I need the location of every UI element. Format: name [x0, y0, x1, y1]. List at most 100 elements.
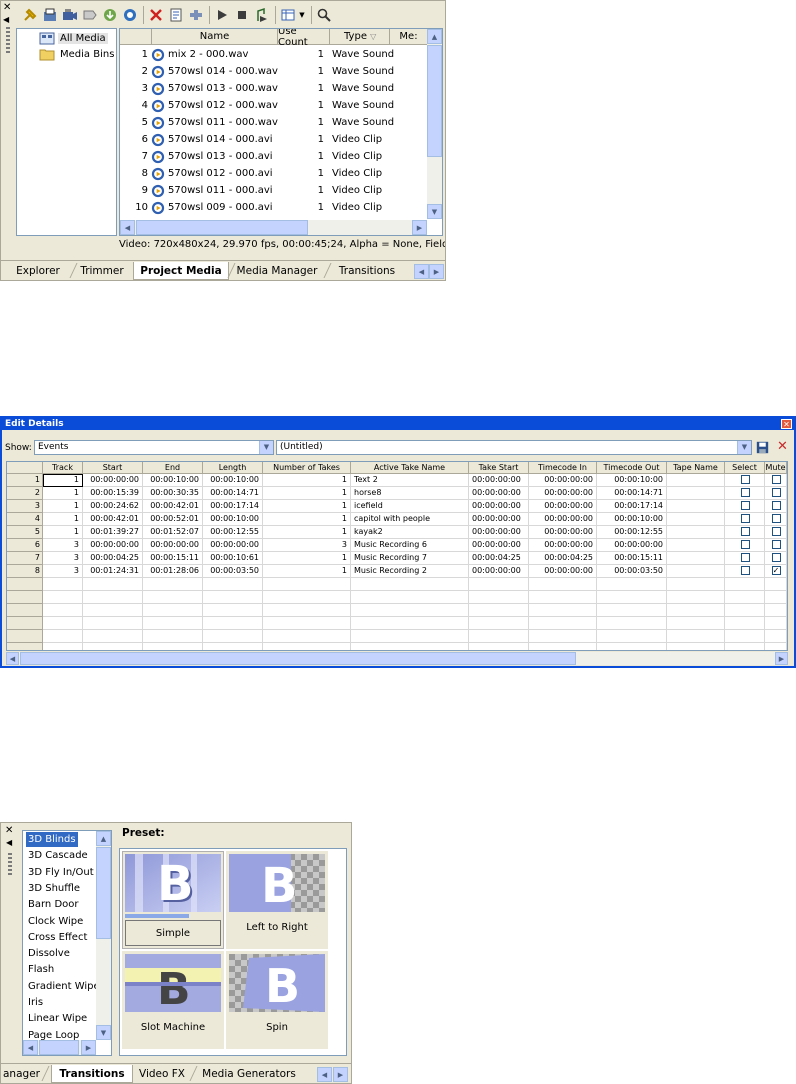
column-header[interactable]: Track [43, 462, 83, 474]
grid-cell-takes[interactable] [263, 617, 351, 630]
grid-cell-tc-out[interactable]: 00:00:12:55 [597, 526, 667, 539]
grid-cell-start[interactable] [83, 578, 143, 591]
grid-cell-tape[interactable] [667, 643, 725, 650]
grid-cell-name[interactable]: Music Recording 6 [351, 539, 469, 552]
mute-checkbox[interactable] [771, 488, 781, 497]
column-name-header[interactable]: Name [152, 29, 278, 45]
grid-cell-take-start[interactable]: 00:00:00:00 [469, 565, 529, 578]
grid-cell-takes[interactable] [263, 643, 351, 650]
column-header[interactable]: Tape Name [667, 462, 725, 474]
table-row[interactable]: 5 570wsl 011 - 000.wav 1 Wave Sound [120, 115, 428, 132]
grid-cell-end[interactable] [143, 617, 203, 630]
transition-list-item[interactable]: 3D Blinds [26, 832, 78, 847]
tab-scroll-right-button[interactable]: ▶ [429, 264, 444, 279]
scroll-thumb[interactable] [427, 45, 442, 157]
grid-cell-mute[interactable] [765, 539, 787, 552]
grid-cell-take-start[interactable]: 00:00:00:00 [469, 500, 529, 513]
grid-cell-tc-in[interactable] [529, 591, 597, 604]
transition-list-item[interactable]: Linear Wipe [26, 1011, 89, 1026]
grid-cell-start[interactable]: 00:01:39:27 [83, 526, 143, 539]
grid-cell-take-start[interactable]: 00:00:00:00 [469, 513, 529, 526]
scroll-thumb[interactable] [39, 1040, 79, 1055]
grid-cell-length[interactable] [203, 578, 263, 591]
grid-cell-start[interactable] [83, 591, 143, 604]
grid-cell-mute[interactable] [765, 487, 787, 500]
row-number[interactable]: 8 [7, 565, 43, 578]
grid-cell-track[interactable]: 1 [43, 526, 83, 539]
grid-cell-length[interactable]: 00:00:10:00 [203, 513, 263, 526]
grid-cell-end[interactable]: 00:00:15:11 [143, 552, 203, 565]
remove-icon[interactable] [147, 6, 165, 24]
grid-cell-select[interactable] [725, 513, 765, 526]
preset-left-to-right[interactable]: B Left to Right [226, 851, 328, 949]
play-icon[interactable] [213, 6, 231, 24]
row-number[interactable] [7, 604, 43, 617]
import-media-icon[interactable] [41, 6, 59, 24]
table-row[interactable]: 6 570wsl 014 - 000.avi 1 Video Clip [120, 132, 428, 149]
column-header[interactable]: Length [203, 462, 263, 474]
grid-cell-tc-in[interactable]: 00:00:00:00 [529, 526, 597, 539]
grid-cell-start[interactable]: 00:00:00:00 [83, 539, 143, 552]
row-number[interactable] [7, 578, 43, 591]
transition-list-item[interactable]: Clock Wipe [26, 914, 85, 929]
tab-project-media[interactable]: Project Media [133, 262, 229, 280]
grid-cell-length[interactable]: 00:00:10:00 [203, 474, 263, 487]
row-number[interactable]: 3 [7, 500, 43, 513]
grid-cell-tc-out[interactable] [597, 604, 667, 617]
grid-cell-tc-in[interactable]: 00:00:00:00 [529, 474, 597, 487]
column-use-count-header[interactable]: Use Count [278, 29, 330, 48]
grid-cell-end[interactable] [143, 630, 203, 643]
grid-cell-tc-out[interactable]: 00:00:17:14 [597, 500, 667, 513]
grid-cell-take-start[interactable]: 00:00:00:00 [469, 526, 529, 539]
grid-cell-start[interactable]: 00:01:24:31 [83, 565, 143, 578]
grid-cell-mute[interactable] [765, 630, 787, 643]
grid-cell-select[interactable] [725, 565, 765, 578]
grid-cell-mute[interactable] [765, 474, 787, 487]
grid-cell-track[interactable] [43, 617, 83, 630]
media-fx-icon[interactable] [121, 6, 139, 24]
scroll-thumb[interactable] [20, 652, 576, 665]
grid-cell-end[interactable]: 00:01:52:07 [143, 526, 203, 539]
preset-simple[interactable]: BB Simple [122, 851, 224, 949]
preset-spin[interactable]: B Spin [226, 951, 328, 1049]
grid-cell-select[interactable] [725, 591, 765, 604]
grid-cell-takes[interactable]: 3 [263, 539, 351, 552]
grid-cell-select[interactable] [725, 630, 765, 643]
grid-cell-length[interactable] [203, 591, 263, 604]
grid-cell-mute[interactable] [765, 604, 787, 617]
delete-icon[interactable]: ✕ [777, 439, 788, 454]
grid-cell-end[interactable]: 00:01:28:06 [143, 565, 203, 578]
grid-cell-tc-out[interactable]: 00:00:00:00 [597, 539, 667, 552]
grid-cell-take-start[interactable]: 00:00:00:00 [469, 487, 529, 500]
grid-cell-tc-in[interactable]: 00:00:00:00 [529, 513, 597, 526]
transition-list-item[interactable]: Flash [26, 962, 56, 977]
mute-checkbox[interactable] [771, 527, 781, 536]
grid-cell-length[interactable]: 00:00:14:71 [203, 487, 263, 500]
pin-icon[interactable] [21, 6, 39, 24]
grid-cell-mute[interactable]: ✓ [765, 565, 787, 578]
plugins-icon[interactable] [187, 6, 205, 24]
tab-transitions[interactable]: Transitions [331, 262, 403, 279]
grid-cell-tc-out[interactable]: 00:00:03:50 [597, 565, 667, 578]
grid-cell-track[interactable]: 1 [43, 500, 83, 513]
column-media-header[interactable]: Me: [390, 29, 428, 45]
column-header[interactable]: Start [83, 462, 143, 474]
grid-cell-start[interactable] [83, 630, 143, 643]
grid-cell-start[interactable] [83, 617, 143, 630]
grid-cell-mute[interactable] [765, 552, 787, 565]
grid-cell-tc-out[interactable]: 00:00:10:00 [597, 474, 667, 487]
grid-cell-name[interactable]: Music Recording 2 [351, 565, 469, 578]
grid-cell-tc-out[interactable]: 00:00:14:71 [597, 487, 667, 500]
grid-cell-takes[interactable] [263, 578, 351, 591]
grid-cell-tape[interactable] [667, 630, 725, 643]
chevron-down-icon[interactable]: ▼ [259, 441, 273, 454]
tab-media-generators[interactable]: Media Generators [197, 1065, 301, 1082]
grid-cell-name[interactable] [351, 578, 469, 591]
grid-cell-mute[interactable] [765, 591, 787, 604]
auto-preview-icon[interactable] [253, 6, 271, 24]
column-header[interactable]: Take Start [469, 462, 529, 474]
grid-cell-name[interactable]: Music Recording 7 [351, 552, 469, 565]
mute-checkbox[interactable] [771, 540, 781, 549]
mute-checkbox[interactable]: ✓ [771, 566, 781, 575]
transition-list-item[interactable]: 3D Shuffle [26, 881, 82, 896]
